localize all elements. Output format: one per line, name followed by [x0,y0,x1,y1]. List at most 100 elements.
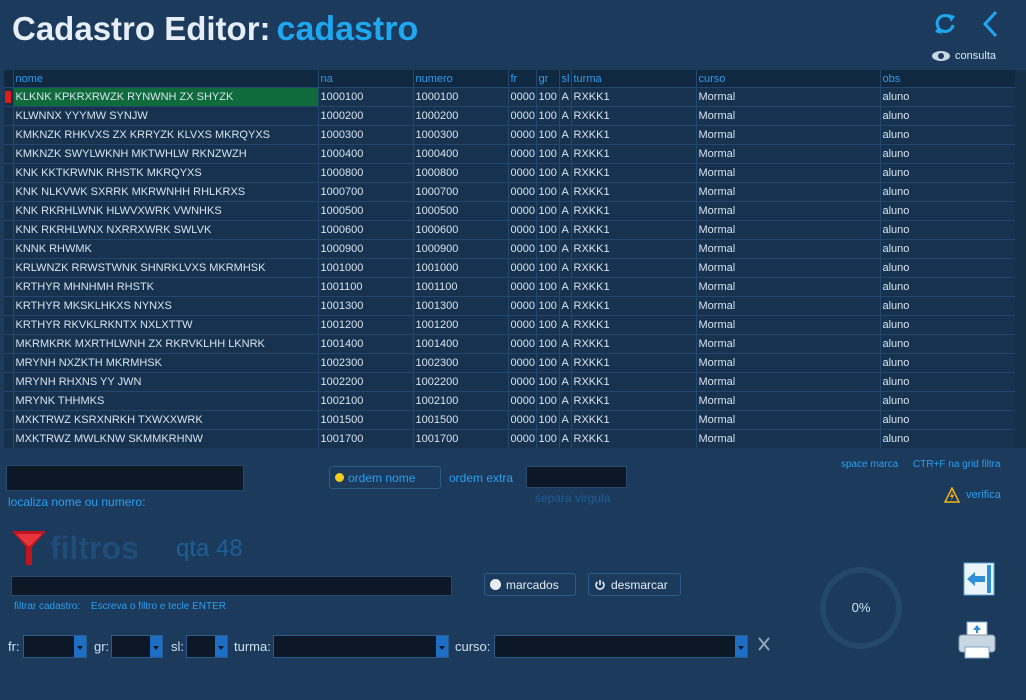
cell-gr[interactable]: 100 [536,334,560,354]
cell-obs[interactable]: aluno [880,429,1015,448]
cell-nome[interactable]: KLKNK KPKRXRWZK RYNWNH ZX SHYZK [13,87,319,107]
row-indicator[interactable] [4,353,14,373]
cell-nome[interactable]: KRLWNZK RRWSTWNK SHNRKLVXS MKRMHSK [13,258,319,278]
cell-turma[interactable]: RXKK1 [571,163,697,183]
cell-curso[interactable]: Mormal [696,258,881,278]
cell-gr[interactable]: 100 [536,87,560,107]
table-row[interactable]: KNK RKRHLWNX NXRRXWRK SWLVK 1000600 100060… [4,220,1015,240]
cell-curso[interactable]: Mormal [696,144,881,164]
cell-na[interactable]: 1000200 [318,106,414,126]
cell-turma[interactable]: RXKK1 [571,334,697,354]
cell-nome[interactable]: KNK NLKVWK SXRRK MKRWNHH RHLKRXS [13,182,319,202]
cell-numero[interactable]: 1000300 [413,125,509,145]
table-row[interactable]: KRTHYR MHNHMH RHSTK 1001100 1001100 0000 100… [4,277,1015,297]
cell-obs[interactable]: aluno [880,220,1015,240]
cell-fr[interactable]: 0000 [508,277,537,297]
row-indicator[interactable] [4,429,14,448]
cell-obs[interactable]: aluno [880,106,1015,126]
table-row[interactable]: MXKTRWZ MWLKNW SKMMKRHNW 1001700 1001700 00… [4,429,1015,448]
cell-obs[interactable]: aluno [880,334,1015,354]
cell-fr[interactable]: 0000 [508,410,537,430]
cell-gr[interactable]: 100 [536,182,560,202]
cell-curso[interactable]: Mormal [696,410,881,430]
cell-gr[interactable]: 100 [536,163,560,183]
cell-na[interactable]: 1002100 [318,391,414,411]
cell-gr[interactable]: 100 [536,429,560,448]
cell-numero[interactable]: 1001200 [413,315,509,335]
cell-sl[interactable]: A [559,125,572,145]
table-row[interactable]: KRTHYR RKVKLRKNTX NXLXTTW 1001200 1001200 0… [4,315,1015,335]
cell-na[interactable]: 1001300 [318,296,414,316]
table-row[interactable]: MRYNK THHMKS 1002100 1002100 0000 100 A RXKK1 M… [4,391,1015,411]
col-nome[interactable]: nome [13,70,319,88]
cell-nome[interactable]: MRYNK THHMKS [13,391,319,411]
cell-gr[interactable]: 100 [536,106,560,126]
cell-na[interactable]: 1000300 [318,125,414,145]
cell-na[interactable]: 1000500 [318,201,414,221]
cell-sl[interactable]: A [559,277,572,297]
cell-na[interactable]: 1000800 [318,163,414,183]
col-numero[interactable]: numero [413,70,509,88]
cell-obs[interactable]: aluno [880,125,1015,145]
row-indicator[interactable] [4,334,14,354]
cell-turma[interactable]: RXKK1 [571,315,697,335]
row-indicator[interactable] [4,201,14,221]
curso-select[interactable] [494,635,748,658]
cell-numero[interactable]: 1001500 [413,410,509,430]
cell-na[interactable]: 1002200 [318,372,414,392]
cell-gr[interactable]: 100 [536,353,560,373]
cell-fr[interactable]: 0000 [508,144,537,164]
cell-gr[interactable]: 100 [536,258,560,278]
cell-gr[interactable]: 100 [536,239,560,259]
cell-nome[interactable]: KNK RKRHLWNX NXRRXWRK SWLVK [13,220,319,240]
cell-fr[interactable]: 0000 [508,106,537,126]
cell-turma[interactable]: RXKK1 [571,125,697,145]
marcados-button[interactable]: marcados [484,573,576,596]
cell-nome[interactable]: KMKNZK SWYLWKNH MKTWHLW RKNZWZH [13,144,319,164]
cell-obs[interactable]: aluno [880,201,1015,221]
cell-curso[interactable]: Mormal [696,182,881,202]
cell-na[interactable]: 1000700 [318,182,414,202]
cell-turma[interactable]: RXKK1 [571,372,697,392]
table-row[interactable]: MRYNH RHXNS YY JWN 1002200 1002200 0000 100 A… [4,372,1015,392]
cell-sl[interactable]: A [559,315,572,335]
cell-nome[interactable]: KLWNNX YYYMW SYNJW [13,106,319,126]
cell-obs[interactable]: aluno [880,163,1015,183]
row-indicator[interactable] [4,163,14,183]
row-indicator[interactable] [4,182,14,202]
cell-sl[interactable]: A [559,410,572,430]
cell-obs[interactable]: aluno [880,296,1015,316]
cell-curso[interactable]: Mormal [696,391,881,411]
grid-scrollbar[interactable] [1015,70,1026,448]
cell-sl[interactable]: A [559,391,572,411]
row-indicator[interactable] [4,144,14,164]
cell-numero[interactable]: 1000900 [413,239,509,259]
cell-turma[interactable]: RXKK1 [571,239,697,259]
row-indicator[interactable] [4,372,14,392]
cell-obs[interactable]: aluno [880,410,1015,430]
desmarcar-button[interactable]: desmarcar [588,573,681,596]
cell-fr[interactable]: 0000 [508,201,537,221]
cell-nome[interactable]: KRTHYR MKSKLHKXS NYNXS [13,296,319,316]
refresh-icon[interactable] [929,8,961,40]
cell-nome[interactable]: KMKNZK RHKVXS ZX KRRYZK KLVXS MKRQYXS [13,125,319,145]
filter-input[interactable] [11,576,452,596]
ordem-extra-input[interactable] [526,466,627,488]
cell-fr[interactable]: 0000 [508,163,537,183]
consulta-toggle[interactable]: consulta [931,50,996,62]
table-row[interactable]: KLKNK KPKRXRWZK RYNWNH ZX SHYZK 1000100 10… [4,87,1015,107]
cell-na[interactable]: 1000900 [318,239,414,259]
cell-curso[interactable]: Mormal [696,106,881,126]
verifica-button[interactable]: verifica [944,487,1001,503]
cell-fr[interactable]: 0000 [508,296,537,316]
cell-obs[interactable]: aluno [880,353,1015,373]
cell-obs[interactable]: aluno [880,372,1015,392]
table-row[interactable]: KNNK RHWMK 1000900 1000900 0000 100 A RXKK1 Mor… [4,239,1015,259]
table-row[interactable]: MKRMKRK MXRTHLWNH ZX RKRVKLHH LKNRK 10014… [4,334,1015,354]
cell-sl[interactable]: A [559,144,572,164]
cell-sl[interactable]: A [559,182,572,202]
cell-turma[interactable]: RXKK1 [571,201,697,221]
row-indicator[interactable] [4,87,14,107]
cell-gr[interactable]: 100 [536,372,560,392]
cell-na[interactable]: 1001400 [318,334,414,354]
